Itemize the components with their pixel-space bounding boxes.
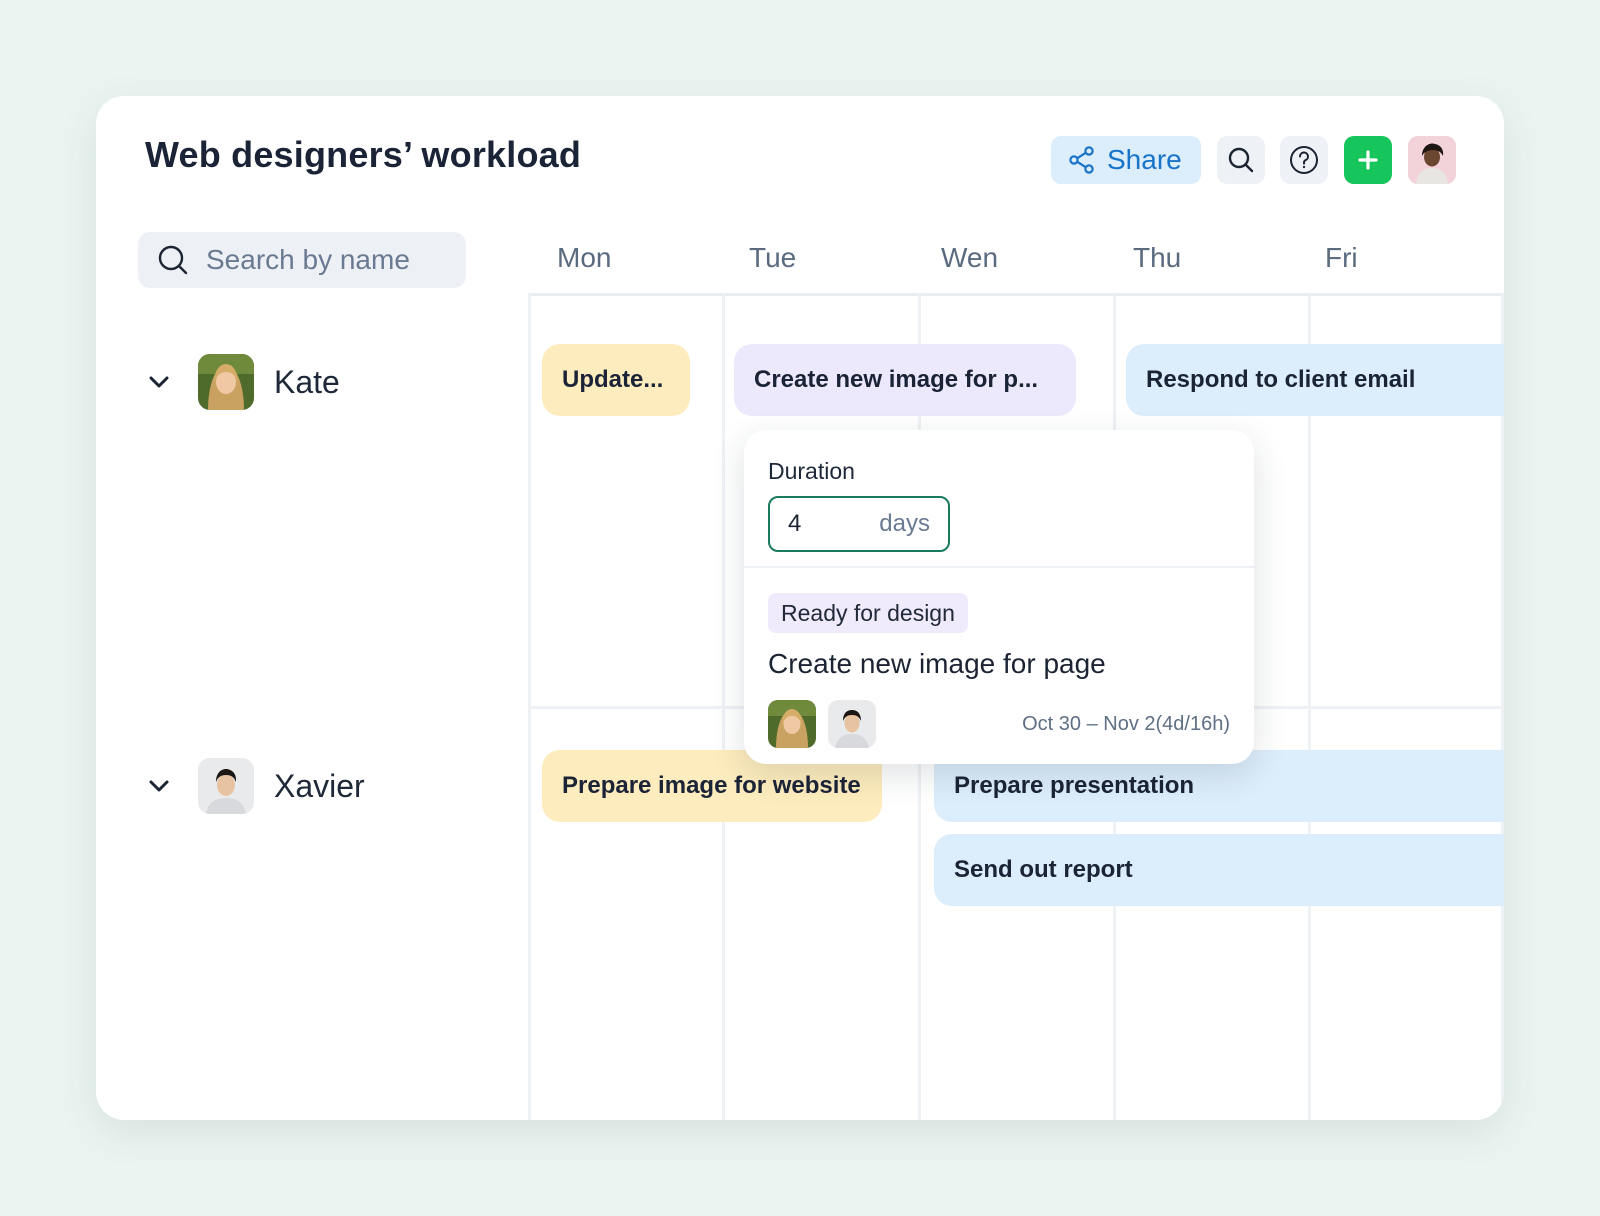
grid-column-line (528, 294, 531, 1120)
popup-divider (744, 566, 1254, 568)
task-bar[interactable]: Update... (542, 344, 690, 416)
person-name: Kate (274, 363, 340, 400)
grid-column-line (1308, 294, 1311, 1120)
share-label: Share (1107, 144, 1182, 175)
search-icon (1228, 147, 1254, 173)
task-label: Create new image for p... (754, 366, 1039, 393)
help-icon (1290, 146, 1318, 174)
share-icon (1069, 146, 1094, 174)
search-icon (158, 245, 188, 275)
person-row-kate: Kate (144, 354, 340, 410)
day-header-tue: Tue (749, 242, 797, 273)
task-bar[interactable]: Send out report (934, 834, 1504, 906)
grid-column-line (722, 294, 725, 1120)
task-label: Respond to client email (1146, 366, 1416, 393)
chevron-down-icon[interactable] (144, 367, 174, 397)
search-button[interactable] (1217, 136, 1265, 184)
page-title: Web designers’ workload (145, 134, 582, 175)
add-button[interactable] (1344, 136, 1392, 184)
task-bar[interactable]: Respond to client email (1126, 344, 1504, 416)
grid-column-line (1501, 294, 1504, 1120)
status-label: Ready for design (781, 599, 955, 626)
share-button[interactable]: Share (1051, 136, 1201, 184)
avatar[interactable] (768, 700, 816, 748)
plus-icon (1358, 150, 1378, 170)
chevron-down-icon[interactable] (144, 771, 174, 801)
day-header-mon: Mon (557, 242, 612, 273)
task-label: Prepare image for website (562, 772, 861, 799)
task-label: Send out report (954, 856, 1133, 883)
popup-task-title: Create new image for page (768, 648, 1106, 679)
avatar (198, 354, 254, 410)
task-bar-selected[interactable]: Create new image for p... (734, 344, 1076, 416)
search-field[interactable] (138, 232, 466, 288)
status-badge[interactable]: Ready for design (768, 593, 968, 633)
duration-input[interactable]: 4 days (768, 496, 950, 552)
user-avatar[interactable] (1408, 136, 1456, 184)
day-header-thu: Thu (1133, 242, 1182, 273)
duration-unit: days (879, 510, 930, 537)
task-label: Prepare presentation (954, 772, 1195, 799)
user-avatar-image (1408, 136, 1456, 184)
day-header-wen: Wen (941, 242, 999, 273)
day-header-fri: Fri (1325, 242, 1358, 273)
date-range: Oct 30 – Nov 2(4d/16h) (1022, 713, 1230, 735)
search-input[interactable] (204, 243, 458, 277)
workload-card: Web designers’ workload Share Search by … (96, 96, 1504, 1120)
person-row-xavier: Xavier (144, 758, 365, 814)
avatar[interactable] (828, 700, 876, 748)
help-button[interactable] (1280, 136, 1328, 184)
task-label: Update... (562, 366, 664, 393)
task-details-popup: Duration 4 days Ready for design Create … (744, 430, 1254, 764)
person-name: Xavier (274, 767, 365, 804)
avatar (198, 758, 254, 814)
duration-label: Duration (768, 458, 855, 484)
duration-value[interactable]: 4 (788, 510, 801, 538)
grid-header-divider (528, 293, 1504, 296)
